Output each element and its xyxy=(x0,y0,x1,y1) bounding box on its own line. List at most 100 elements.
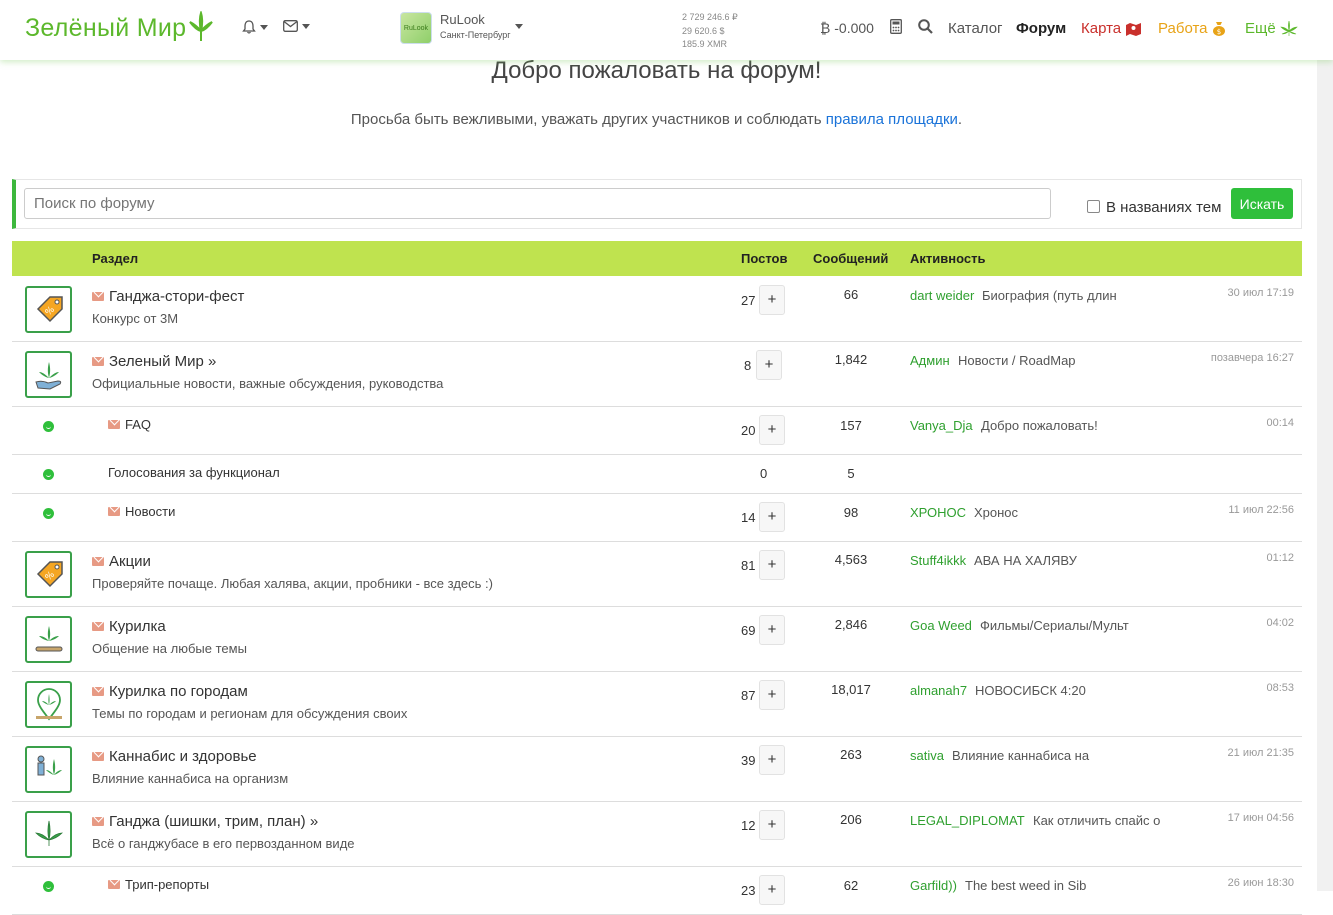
new-topic-button[interactable]: + xyxy=(759,875,785,905)
last-post-topic[interactable]: Влияние каннабиса на xyxy=(952,748,1089,763)
section-title: Курилка по городам xyxy=(109,683,248,700)
section-title-link[interactable]: FAQ xyxy=(108,417,151,432)
table-row[interactable]: Зеленый Мир » Официальные новости, важные… xyxy=(12,342,1302,407)
table-row[interactable]: % Ганджа-стори-фест Конкурс от 3М +27 66 dart… xyxy=(12,277,1302,342)
section-title-link[interactable]: Курилка xyxy=(92,618,166,635)
logo-text: Зелёный Мир xyxy=(25,13,187,42)
new-topic-button[interactable]: + xyxy=(759,615,785,645)
section-title: Каннабис и здоровье xyxy=(109,748,257,765)
messages-count: 5 xyxy=(847,466,855,481)
smile-icon xyxy=(43,881,54,892)
section-title-link[interactable]: Акции xyxy=(92,553,151,570)
table-row[interactable]: Курилка по городам Темы по городам и реги… xyxy=(12,672,1302,737)
nav-catalog[interactable]: Каталог xyxy=(948,20,1003,37)
last-post-author[interactable]: Stuff4ikkk xyxy=(910,553,966,568)
last-post-author[interactable]: almanah7 xyxy=(910,683,967,698)
nav-map[interactable]: Карта xyxy=(1081,20,1142,37)
last-post-time: 04:02 xyxy=(1266,617,1294,629)
new-topic-button[interactable]: + xyxy=(756,350,782,380)
table-row[interactable]: FAQ +20 157 Vanya_Dja Добро пожаловать! 00:14 xyxy=(12,407,1302,455)
envelope-icon xyxy=(92,357,104,366)
last-post-author[interactable]: dart weider xyxy=(910,288,974,303)
chevron-down-icon xyxy=(260,24,268,30)
new-topic-button[interactable]: + xyxy=(759,550,785,580)
city-selector[interactable]: RuLook RuLook Санкт-Петербург xyxy=(400,12,523,44)
titles-only-label[interactable]: В названиях тем xyxy=(1106,199,1221,216)
last-post-author[interactable]: Vanya_Dja xyxy=(910,418,973,433)
new-topic-button[interactable]: + xyxy=(759,502,785,532)
section-title-link[interactable]: Каннабис и здоровье xyxy=(92,748,257,765)
last-post-topic[interactable]: НОВОСИБСК 4:20 xyxy=(975,683,1086,698)
last-post-author[interactable]: Админ xyxy=(910,353,950,368)
posts-count: 27 xyxy=(741,293,756,308)
section-title-link[interactable]: Трип-репорты xyxy=(108,877,209,892)
table-row[interactable]: Курилка Общение на любые темы +69 2,846 Goa … xyxy=(12,607,1302,672)
section-title-link[interactable]: Новости xyxy=(108,504,175,519)
header-activity: Активность xyxy=(910,251,986,266)
last-post-author[interactable]: LEGAL_DIPLOMAT xyxy=(910,813,1025,828)
site-logo[interactable]: Зелёный Мир xyxy=(25,8,214,48)
table-row[interactable]: Каннабис и здоровье Влияние каннабиса на … xyxy=(12,737,1302,802)
wallet-balance[interactable]: ₿ -0.000 xyxy=(820,20,874,36)
envelope-icon xyxy=(92,817,104,826)
search-button[interactable]: Искать xyxy=(1231,188,1293,219)
nav-job[interactable]: Работа $ xyxy=(1158,20,1226,37)
search-input[interactable] xyxy=(24,188,1051,219)
last-post-topic[interactable]: Новости / RoadMap xyxy=(958,353,1076,368)
section-title-link[interactable]: Зеленый Мир » xyxy=(92,353,216,370)
messages-count: 157 xyxy=(840,418,862,433)
section-title-link[interactable]: Ганджа-стори-фест xyxy=(92,288,244,305)
section-title: Трип-репорты xyxy=(125,877,210,892)
calculator-icon[interactable] xyxy=(890,19,902,38)
table-row[interactable]: Новости +14 98 ХРОНОС Хронос 11 июл 22:56 xyxy=(12,494,1302,542)
posts-count: 81 xyxy=(741,558,756,573)
coupon-icon: % xyxy=(25,551,72,598)
last-post-topic[interactable]: Фильмы/Сериалы/Мульт xyxy=(980,618,1129,633)
nav-more-label: Ещё xyxy=(1245,20,1276,37)
page-scrollbar[interactable] xyxy=(1317,60,1333,891)
last-post-topic[interactable]: Как отличить спайс о xyxy=(1033,813,1160,828)
section-title-link[interactable]: Курилка по городам xyxy=(92,683,248,700)
notice-end: . xyxy=(957,111,963,128)
new-topic-button[interactable]: + xyxy=(759,415,785,445)
new-topic-button[interactable]: + xyxy=(759,810,785,840)
titles-only-checkbox[interactable] xyxy=(1087,200,1100,213)
last-post-topic[interactable]: Добро пожаловать! xyxy=(981,418,1098,433)
table-row[interactable]: Трип-репорты +23 62 Garfild)) The best weed … xyxy=(12,867,1302,915)
last-post-author[interactable]: ХРОНОС xyxy=(910,505,966,520)
section-title: Зеленый Мир » xyxy=(109,353,217,370)
new-topic-button[interactable]: + xyxy=(759,285,785,315)
last-post-topic[interactable]: АВА НА ХАЛЯВУ xyxy=(974,553,1077,568)
cannabis-leaf-icon xyxy=(189,11,214,41)
nav-forum[interactable]: Форум xyxy=(1016,20,1066,37)
last-post-time: 00:14 xyxy=(1266,417,1294,429)
posts-count: 87 xyxy=(741,688,756,703)
new-topic-button[interactable]: + xyxy=(759,745,785,775)
last-post-author[interactable]: sativa xyxy=(910,748,944,763)
search-icon[interactable] xyxy=(918,19,933,38)
new-topic-button[interactable]: + xyxy=(759,680,785,710)
notifications-dropdown[interactable] xyxy=(242,20,268,34)
section-title-link[interactable]: Ганджа (шишки, трим, план) » xyxy=(92,813,318,830)
last-post-topic[interactable]: Хронос xyxy=(974,505,1018,520)
table-row[interactable]: Ганджа (шишки, трим, план) » Всё о ганджу… xyxy=(12,802,1302,867)
forum-search-panel: В названиях тем Искать xyxy=(12,179,1302,229)
city-name: RuLook xyxy=(440,12,485,27)
smile-icon xyxy=(43,508,54,519)
money-bag-icon: $ xyxy=(1212,22,1225,36)
smile-icon xyxy=(43,469,54,480)
coupon-icon: % xyxy=(25,286,72,333)
envelope-icon xyxy=(92,752,104,761)
rules-link[interactable]: правила площадки xyxy=(826,111,958,128)
section-description: Официальные новости, важные обсуждения, … xyxy=(92,376,444,391)
table-row[interactable]: Голосования за функционал 0 5 xyxy=(12,455,1302,494)
section-title-link[interactable]: Голосования за функционал xyxy=(108,465,280,480)
envelope-icon xyxy=(108,507,120,516)
messages-dropdown[interactable] xyxy=(283,20,310,32)
envelope-icon xyxy=(92,622,104,631)
posts-count: 69 xyxy=(741,623,756,638)
table-row[interactable]: % Акции Проверяйте почаще. Любая халява, а… xyxy=(12,542,1302,607)
last-post-topic[interactable]: Биография (путь длин xyxy=(982,288,1117,303)
nav-more[interactable]: Ещё xyxy=(1245,20,1298,37)
last-post-author[interactable]: Goa Weed xyxy=(910,618,972,633)
